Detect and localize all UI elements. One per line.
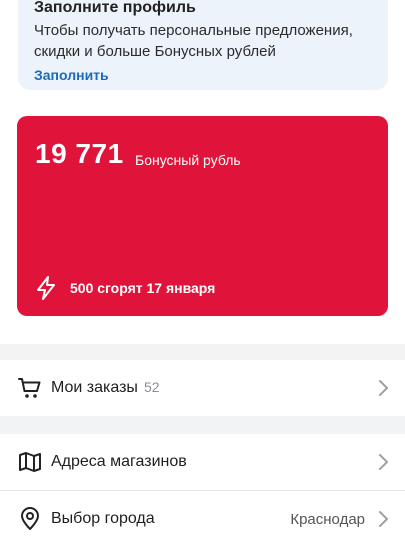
lightning-icon — [37, 276, 55, 300]
city-label: Выбор города — [51, 510, 155, 527]
profile-title: Заполните профиль — [34, 0, 196, 16]
menu-item-orders[interactable]: Мои заказы 52 — [0, 360, 405, 416]
bonus-card[interactable]: 19 771 Бонусный рубль 500 сгорят 17 янва… — [17, 116, 388, 316]
chevron-right-icon — [379, 454, 388, 470]
orders-label: Мои заказы — [51, 379, 138, 396]
section-divider — [0, 344, 405, 360]
fill-profile-link[interactable]: Заполнить — [34, 67, 109, 83]
bonus-expire-row: 500 сгорят 17 января — [35, 276, 215, 300]
menu-item-stores[interactable]: Адреса магазинов — [0, 434, 405, 490]
section-divider — [0, 416, 405, 434]
map-icon — [19, 452, 41, 472]
chevron-right-icon — [379, 380, 388, 396]
profile-card: Заполните профиль Чтобы получать персона… — [18, 0, 388, 90]
bonus-label: Бонусный рубль — [135, 152, 241, 168]
bonus-amount: 19 771 — [35, 138, 124, 169]
profile-description: Чтобы получать персональные предложения,… — [34, 22, 353, 60]
menu-item-city[interactable]: Выбор города Краснодар — [0, 491, 405, 540]
chevron-right-icon — [379, 511, 388, 527]
orders-count: 52 — [143, 379, 160, 395]
city-value: Краснодар — [290, 510, 365, 528]
stores-label: Адреса магазинов — [51, 453, 187, 470]
location-pin-icon — [21, 507, 39, 530]
cart-icon — [18, 378, 41, 398]
menu-label-orders: Мои заказы 52 — [51, 379, 160, 397]
bonus-expire-text: 500 сгорят 17 января — [70, 280, 216, 296]
